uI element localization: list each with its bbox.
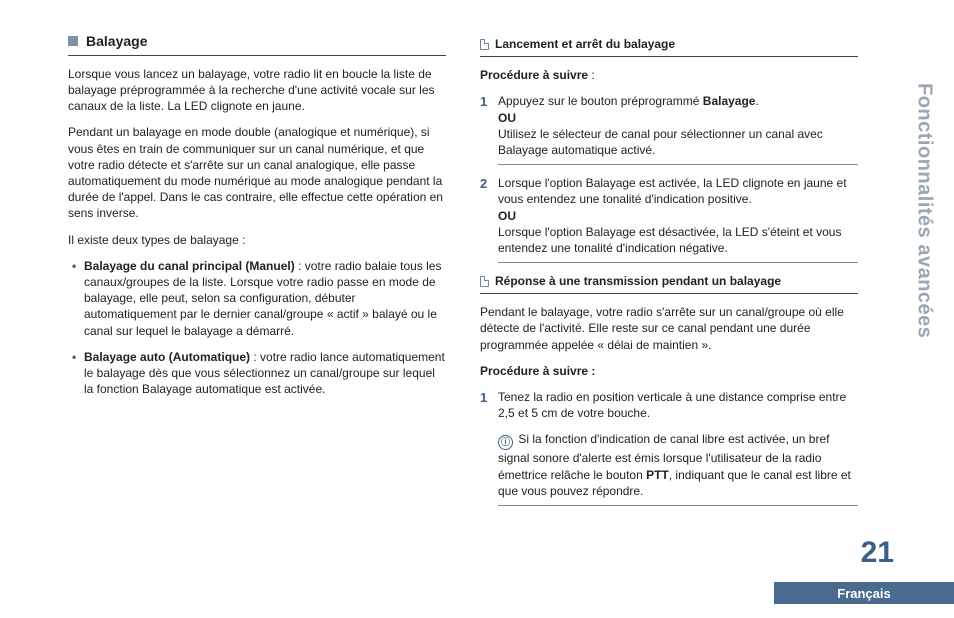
step-or: OU bbox=[498, 209, 516, 223]
language-badge: Français bbox=[774, 582, 954, 604]
step-text: Lorsque l'option Balayage est désactivée… bbox=[498, 225, 841, 255]
bullet-item: Balayage auto (Automatique) : votre radi… bbox=[84, 349, 446, 398]
inline-bold: Balayage bbox=[703, 94, 756, 108]
step-item: Lorsque l'option Balayage est activée, l… bbox=[498, 175, 858, 263]
steps-list: Tenez la radio en position verticale à u… bbox=[480, 389, 858, 506]
bullet-item-label: Balayage du canal principal (Manuel) bbox=[84, 259, 295, 273]
step-or: OU bbox=[498, 111, 516, 125]
bullet-item-label: Balayage auto (Automatique) bbox=[84, 350, 250, 364]
sub-heading: Réponse à une transmission pendant un ba… bbox=[480, 273, 858, 294]
page-icon bbox=[480, 39, 489, 50]
step-block: Appuyez sur le bouton préprogrammé Balay… bbox=[498, 93, 858, 165]
step-text: Tenez la radio en position verticale à u… bbox=[498, 390, 846, 420]
bullet-item: Balayage du canal principal (Manuel) : v… bbox=[84, 258, 446, 339]
step-text: Lorsque l'option Balayage est activée, l… bbox=[498, 176, 847, 206]
section-heading: Balayage bbox=[68, 32, 446, 56]
step-item: Appuyez sur le bouton préprogrammé Balay… bbox=[498, 93, 858, 165]
procedure-label-text: Procédure à suivre bbox=[480, 68, 588, 82]
left-column: Balayage Lorsque vous lancez un balayage… bbox=[68, 32, 446, 516]
procedure-label: Procédure à suivre : bbox=[480, 363, 858, 379]
steps-list: Appuyez sur le bouton préprogrammé Balay… bbox=[480, 93, 858, 263]
side-tab: Fonctionnalités avancées bbox=[894, 26, 954, 396]
body-paragraph: Lorsque vous lancez un balayage, votre r… bbox=[68, 66, 446, 115]
step-block: ⓘ Si la fonction d'indication de canal l… bbox=[498, 431, 858, 506]
step-block: Lorsque l'option Balayage est activée, l… bbox=[498, 175, 858, 263]
procedure-label: Procédure à suivre : bbox=[480, 67, 858, 83]
square-bullet-icon bbox=[68, 36, 78, 46]
section-heading-text: Balayage bbox=[86, 32, 147, 51]
side-tab-text: Fonctionnalités avancées bbox=[913, 83, 936, 338]
right-column: Lancement et arrêt du balayage Procédure… bbox=[480, 32, 858, 516]
document-page: Balayage Lorsque vous lancez un balayage… bbox=[0, 0, 954, 618]
colon: : bbox=[588, 68, 595, 82]
page-icon bbox=[480, 276, 489, 287]
body-paragraph: Pendant le balayage, votre radio s'arrêt… bbox=[480, 304, 858, 353]
info-icon: ⓘ bbox=[498, 435, 513, 450]
step-text: Appuyez sur le bouton préprogrammé bbox=[498, 94, 703, 108]
step-item: Tenez la radio en position verticale à u… bbox=[498, 389, 858, 506]
step-text: . bbox=[755, 94, 758, 108]
body-paragraph: Il existe deux types de balayage : bbox=[68, 232, 446, 248]
sub-heading-text: Lancement et arrêt du balayage bbox=[495, 36, 675, 52]
bullet-list: Balayage du canal principal (Manuel) : v… bbox=[68, 258, 446, 398]
page-number: 21 bbox=[861, 536, 894, 570]
sub-heading-text: Réponse à une transmission pendant un ba… bbox=[495, 273, 781, 289]
inline-bold: PTT bbox=[646, 468, 669, 482]
body-paragraph: Pendant un balayage en mode double (anal… bbox=[68, 124, 446, 221]
two-column-body: Balayage Lorsque vous lancez un balayage… bbox=[68, 32, 858, 516]
sub-heading: Lancement et arrêt du balayage bbox=[480, 36, 858, 57]
step-text: Utilisez le sélecteur de canal pour séle… bbox=[498, 127, 823, 157]
